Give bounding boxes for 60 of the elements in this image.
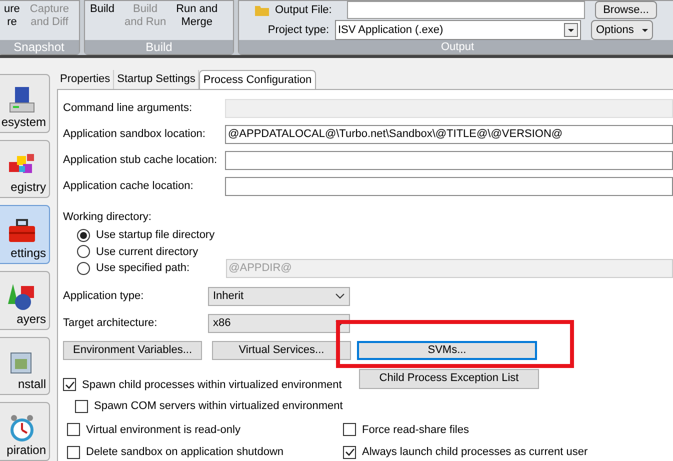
radio-button[interactable] xyxy=(77,245,90,258)
checkbox[interactable] xyxy=(63,378,76,392)
section-label: Working directory: xyxy=(63,210,152,224)
field-label: Application sandbox location: xyxy=(63,126,206,142)
ribbon-button[interactable]: Run and Merge xyxy=(175,3,219,29)
field-label: Application type: xyxy=(63,288,145,304)
ribbon-button[interactable]: Build xyxy=(89,3,116,16)
tab[interactable]: Process Configuration xyxy=(199,70,316,89)
field-label: Project type: xyxy=(266,22,329,38)
text-field[interactable] xyxy=(225,176,673,196)
output-file-field[interactable] xyxy=(347,1,585,19)
checkbox-label: Delete sandbox on application shutdown xyxy=(86,445,284,460)
check-icon xyxy=(64,380,74,389)
check-icon xyxy=(344,448,354,456)
sidebar-item[interactable]: ayers xyxy=(0,271,50,330)
checkbox[interactable] xyxy=(67,423,80,436)
radio-label: Use current directory xyxy=(96,244,198,260)
field-label: Command line arguments: xyxy=(63,100,194,116)
checkbox[interactable] xyxy=(75,400,88,413)
radio-label: Use specified path: xyxy=(96,261,190,276)
sidebar-item[interactable]: nstall xyxy=(0,336,50,396)
field-label: Application cache location: xyxy=(63,178,194,194)
checkbox[interactable] xyxy=(343,446,356,459)
target-architecture-dropdown[interactable]: x86 xyxy=(208,314,350,332)
ribbon-button[interactable]: ure re xyxy=(3,3,21,29)
checkbox[interactable] xyxy=(343,423,356,436)
checkbox-label: Virtual environment is read-only xyxy=(86,422,240,438)
checkbox[interactable] xyxy=(67,446,80,459)
checkbox-label: Spawn COM servers within virtualized environment xyxy=(94,399,343,414)
group-label: Snapshot xyxy=(0,40,79,54)
group-label: Build xyxy=(85,40,233,54)
child-process-exception-list-button[interactable]: Child Process Exception List xyxy=(359,368,539,388)
dialog-button[interactable]: SVMs... xyxy=(357,340,537,360)
caret-icon xyxy=(568,28,574,32)
field-label: Application stub cache location: xyxy=(63,152,218,168)
project-type-dropdown[interactable]: ISV Application (.exe) xyxy=(335,20,581,40)
drive-icon xyxy=(7,84,37,115)
radio-button[interactable] xyxy=(77,228,90,242)
sidebar-item[interactable]: egistry xyxy=(0,140,50,198)
sidebar-item[interactable]: ettings xyxy=(0,205,50,264)
radio-button[interactable] xyxy=(77,262,90,275)
dialog-button[interactable]: Virtual Services... xyxy=(212,340,351,360)
chevron-down-icon xyxy=(335,293,345,299)
text-field[interactable] xyxy=(225,150,673,170)
application-type-dropdown[interactable]: Inherit xyxy=(208,286,350,306)
checkbox-label: Spawn child processes within virtualized environment xyxy=(82,378,342,392)
checkbox-label: Force read-share files xyxy=(362,422,469,438)
options-button[interactable]: Options xyxy=(591,20,653,40)
sidebar-item[interactable]: esystem xyxy=(0,74,50,133)
browse-button[interactable]: Browse... xyxy=(595,1,657,19)
folder-icon xyxy=(255,4,269,16)
sidebar-item[interactable]: piration xyxy=(0,402,50,461)
dialog-button[interactable]: Environment Variables... xyxy=(63,340,202,360)
checkbox-label: Always launch child processes as current user xyxy=(362,445,588,460)
text-field[interactable]: @APPDATALOCAL@\Turbo.net\Sandbox\@TITLE@\@VERSION@ xyxy=(225,124,673,144)
radio-label: Use startup file directory xyxy=(96,228,215,243)
caret-icon xyxy=(642,28,648,32)
field-label: Output File: xyxy=(275,2,333,18)
field-label: Target architecture: xyxy=(63,316,158,331)
group-label: Output xyxy=(239,40,673,54)
